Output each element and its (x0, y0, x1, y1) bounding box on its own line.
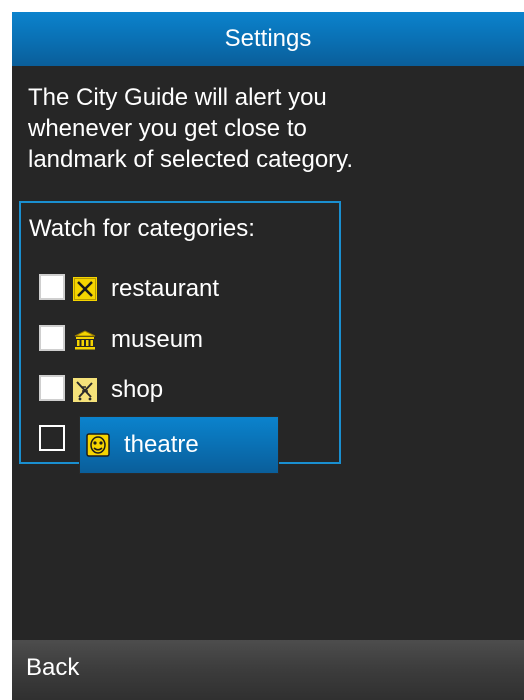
description-text: The City Guide will alert you whenever y… (28, 82, 498, 175)
category-item-museum[interactable]: museum (73, 320, 203, 360)
back-button[interactable]: Back (26, 654, 79, 682)
description-line-3: landmark of selected category. (28, 146, 354, 173)
description-line-2: whenever you get close to (28, 115, 307, 142)
theatre-icon (86, 433, 110, 457)
theatre-checkbox[interactable] (39, 425, 65, 451)
category-item-theatre[interactable]: theatre (79, 416, 279, 474)
title-bar: Settings (12, 12, 524, 66)
museum-icon (74, 330, 96, 350)
shop-icon (73, 378, 97, 402)
shop-checkbox[interactable] (39, 375, 65, 401)
category-row-restaurant[interactable]: restaurant (39, 269, 339, 309)
category-label-theatre: theatre (124, 431, 199, 458)
restaurant-checkbox[interactable] (39, 274, 65, 300)
category-label-shop: shop (111, 376, 164, 403)
categories-group-label: Watch for categories: (29, 215, 255, 242)
restaurant-icon (73, 277, 97, 301)
category-row-shop[interactable]: shop (39, 370, 339, 410)
category-label-museum: museum (111, 326, 204, 353)
category-row-theatre[interactable]: theatre (39, 416, 339, 474)
softkey-bar: Back (12, 640, 524, 700)
category-row-museum[interactable]: museum (39, 320, 339, 360)
category-label-restaurant: restaurant (111, 275, 220, 302)
settings-screen: Settings The City Guide will alert you w… (12, 12, 524, 700)
description-line-1: The City Guide will alert you (28, 84, 327, 111)
page-title: Settings (224, 25, 312, 52)
category-item-shop[interactable]: shop (73, 370, 163, 410)
categories-group: Watch for categories: restaurant museum … (19, 201, 341, 474)
category-item-restaurant[interactable]: restaurant (73, 269, 219, 309)
museum-checkbox[interactable] (39, 325, 65, 351)
